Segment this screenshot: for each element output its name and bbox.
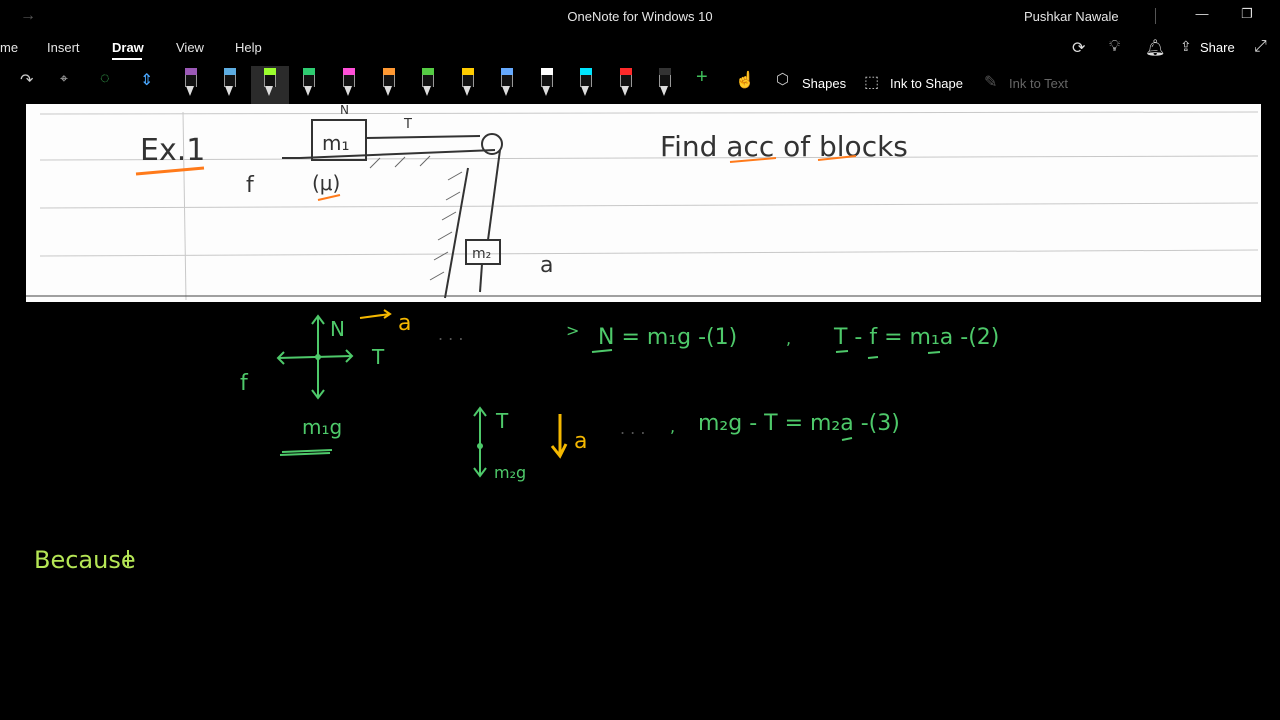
- fbd1-friction-label: f: [240, 371, 249, 396]
- paper-m2-label: m₂: [472, 246, 491, 262]
- paper-t-label: T: [403, 117, 412, 132]
- paper-friction-label: f: [246, 173, 255, 198]
- because-text: Because: [34, 546, 136, 574]
- svg-text:. . .: . . .: [438, 325, 463, 344]
- svg-text:,: ,: [786, 329, 791, 348]
- paper-n-label: N: [340, 103, 349, 117]
- fbd2-weight-label: m₂g: [494, 463, 526, 482]
- equation-3: m₂g - T = m₂a -(3): [698, 411, 900, 436]
- table-diagram: [282, 119, 503, 299]
- svg-text:. . .: . . .: [620, 419, 645, 438]
- fbd1-tension-label: T: [371, 345, 385, 369]
- fbd1-accel-label: a: [398, 311, 411, 336]
- fbd2-tension-label: T: [495, 409, 509, 433]
- fbd1-weight-label: m₁g: [302, 415, 342, 439]
- equation-1: N = m₁g -(1): [598, 325, 737, 350]
- svg-text:,: ,: [670, 417, 675, 436]
- example-label: Ex.1: [140, 133, 205, 168]
- paper-mu-label: (μ): [312, 171, 340, 195]
- fbd1-normal-label: N: [330, 317, 345, 341]
- paper-a-label: a: [540, 253, 553, 278]
- equation-2: T - f = m₁a -(2): [833, 325, 999, 350]
- paper-question: Find acc of blocks: [660, 130, 908, 163]
- ink-layer: Ex.1 f (μ) m₁ m₂ T N a Find acc of block…: [26, 103, 1261, 574]
- svg-text:>: >: [566, 321, 579, 340]
- fbd2-accel-label: a: [574, 429, 587, 454]
- fbd-block2: [473, 406, 487, 478]
- paper-m1-label: m₁: [322, 131, 350, 155]
